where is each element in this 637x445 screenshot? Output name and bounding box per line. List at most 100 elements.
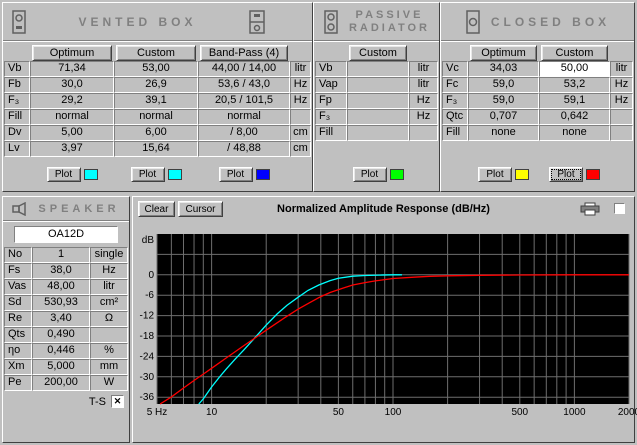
passive-vb-unit: litr xyxy=(409,61,438,77)
speaker-vas-value[interactable]: 48,00 xyxy=(32,279,90,295)
svg-text:1000: 1000 xyxy=(563,407,586,418)
vented-row-label-lv: Lv xyxy=(4,141,30,157)
svg-text:-18: -18 xyxy=(140,331,155,342)
vented-dv-custom[interactable]: 6,00 xyxy=(114,125,198,141)
passive-column-custom-button[interactable]: Custom xyxy=(349,45,407,61)
vented-fill-optimum[interactable]: normal xyxy=(30,109,114,125)
closed-plot-row: Plot Plot xyxy=(442,166,633,183)
vented-f3-unit: Hz xyxy=(290,93,311,109)
graph-toolbar: Clear Cursor Normalized Amplitude Respon… xyxy=(133,199,634,220)
vented-bandpass-plot-button[interactable]: Plot xyxy=(218,167,253,182)
passive-custom-plot-swatch xyxy=(389,169,404,180)
speaker-eta-unit: % xyxy=(90,343,128,359)
svg-text:-36: -36 xyxy=(140,392,155,403)
speaker-no-mode[interactable]: single xyxy=(90,247,128,263)
vented-bandpass-plot-swatch xyxy=(255,169,270,180)
closed-row-label-qtc: Qtc xyxy=(442,109,468,125)
passive-custom-plot-button[interactable]: Plot xyxy=(352,167,387,182)
vented-plot-row: Plot Plot Plot xyxy=(4,166,311,183)
vented-f3-custom[interactable]: 39,1 xyxy=(114,93,198,109)
vented-lv-bandpass[interactable]: / 48,88 xyxy=(198,141,290,157)
vented-fill-bandpass[interactable]: normal xyxy=(198,109,290,125)
vented-f3-bandpass[interactable]: 20,5 / 101,5 xyxy=(198,93,290,109)
speaker-eta-value[interactable]: 0,446 xyxy=(32,343,90,359)
closed-fc-optimum[interactable]: 59,0 xyxy=(468,77,539,93)
speaker-re-value[interactable]: 3,40 xyxy=(32,311,90,327)
vented-f3-optimum[interactable]: 29,2 xyxy=(30,93,114,109)
speaker-row-label-vas: Vas xyxy=(4,279,32,295)
svg-text:-30: -30 xyxy=(140,372,155,383)
svg-text:-12: -12 xyxy=(140,311,155,322)
vented-box-icon xyxy=(11,9,27,34)
response-plot[interactable]: dB 0 -6 -12 -18 -24 -30 -36 5 Hz 10 50 100 500 1000 20… xyxy=(135,222,637,432)
clear-button[interactable]: Clear xyxy=(138,201,175,217)
passive-f3-custom[interactable] xyxy=(347,109,409,125)
vented-fb-bandpass[interactable]: 53,6 / 43,0 xyxy=(198,77,290,93)
speaker-row-label-sd: Sd xyxy=(4,295,32,311)
cursor-button[interactable]: Cursor xyxy=(178,201,223,217)
speaker-no-value[interactable]: 1 xyxy=(32,247,90,263)
vented-vb-optimum[interactable]: 71,34 xyxy=(30,61,114,77)
bandpass-box-icon xyxy=(248,9,266,34)
passive-row-label-vb: Vb xyxy=(315,61,347,77)
vented-lv-custom[interactable]: 15,64 xyxy=(114,141,198,157)
passive-fill-custom[interactable] xyxy=(347,125,409,141)
vented-lv-optimum[interactable]: 3,97 xyxy=(30,141,114,157)
svg-text:5 Hz: 5 Hz xyxy=(147,407,168,418)
passive-row-label-vap: Vap xyxy=(315,77,347,93)
speaker-xm-value[interactable]: 5,000 xyxy=(32,359,90,375)
closed-vc-unit: litr xyxy=(610,61,633,77)
closed-fill-optimum[interactable]: none xyxy=(468,125,539,141)
closed-custom-plot-button[interactable]: Plot xyxy=(549,167,583,182)
passive-vb-custom[interactable] xyxy=(347,61,409,77)
vented-fb-custom[interactable]: 26,9 xyxy=(114,77,198,93)
speaker-name-field[interactable]: OA12D xyxy=(14,226,118,243)
speaker-pe-value[interactable]: 200,00 xyxy=(32,375,90,391)
closed-fill-custom[interactable]: none xyxy=(539,125,610,141)
printer-icon[interactable] xyxy=(580,202,600,219)
closed-f3-optimum[interactable]: 59,0 xyxy=(468,93,539,109)
vented-column-custom-button[interactable]: Custom xyxy=(116,45,196,61)
vented-column-optimum-button[interactable]: Optimum xyxy=(32,45,112,61)
speaker-qts-value[interactable]: 0,490 xyxy=(32,327,90,343)
vented-dv-bandpass[interactable]: / 8,00 xyxy=(198,125,290,141)
vented-dv-unit: cm xyxy=(290,125,311,141)
closed-qtc-custom[interactable]: 0,642 xyxy=(539,109,610,125)
svg-text:50: 50 xyxy=(333,407,345,418)
speaker-fs-value[interactable]: 38,0 xyxy=(32,263,90,279)
closed-qtc-optimum[interactable]: 0,707 xyxy=(468,109,539,125)
vented-vb-custom[interactable]: 53,00 xyxy=(114,61,198,77)
passive-fp-unit: Hz xyxy=(409,93,438,109)
closed-vc-custom-field[interactable]: 50,00 xyxy=(539,61,610,77)
vented-column-bandpass-button[interactable]: Band-Pass (4) xyxy=(200,45,288,61)
vented-fb-optimum[interactable]: 30,0 xyxy=(30,77,114,93)
vented-dv-optimum[interactable]: 5,00 xyxy=(30,125,114,141)
vented-row-label-f3: F₃ xyxy=(4,93,30,109)
passive-vap-custom[interactable] xyxy=(347,77,409,93)
closed-fc-custom[interactable]: 53,2 xyxy=(539,77,610,93)
passive-fp-custom[interactable] xyxy=(347,93,409,109)
vented-fill-custom[interactable]: normal xyxy=(114,109,198,125)
vented-vb-bandpass[interactable]: 44,00 / 14,00 xyxy=(198,61,290,77)
closed-optimum-plot-button[interactable]: Plot xyxy=(478,167,512,182)
closed-column-optimum-button[interactable]: Optimum xyxy=(470,45,537,61)
closed-vc-optimum[interactable]: 34,03 xyxy=(468,61,539,77)
passive-radiator-title-line2: RADIATOR xyxy=(348,21,431,34)
speaker-sd-value[interactable]: 530,93 xyxy=(32,295,90,311)
passive-radiator-header: PASSIVE RADIATOR xyxy=(314,3,439,41)
ts-checkbox[interactable]: ✕ xyxy=(111,395,124,408)
vented-custom-plot-button[interactable]: Plot xyxy=(130,167,165,182)
closed-f3-custom[interactable]: 59,1 xyxy=(539,93,610,109)
vented-fill-unit xyxy=(290,109,311,125)
svg-text:0: 0 xyxy=(148,270,154,281)
passive-radiator-panel: PASSIVE RADIATOR Custom Vb litr Vap litr… xyxy=(313,2,440,192)
graph-panel: Clear Cursor Normalized Amplitude Respon… xyxy=(132,196,637,443)
closed-column-custom-button[interactable]: Custom xyxy=(541,45,608,61)
plot-color-indicator[interactable] xyxy=(614,203,625,214)
speaker-row-label-eta: ηo xyxy=(4,343,32,359)
svg-text:-24: -24 xyxy=(140,351,155,362)
speaker-row-label-no: No xyxy=(4,247,32,263)
speaker-row-label-pe: Pe xyxy=(4,375,32,391)
vented-optimum-plot-button[interactable]: Plot xyxy=(46,167,81,182)
